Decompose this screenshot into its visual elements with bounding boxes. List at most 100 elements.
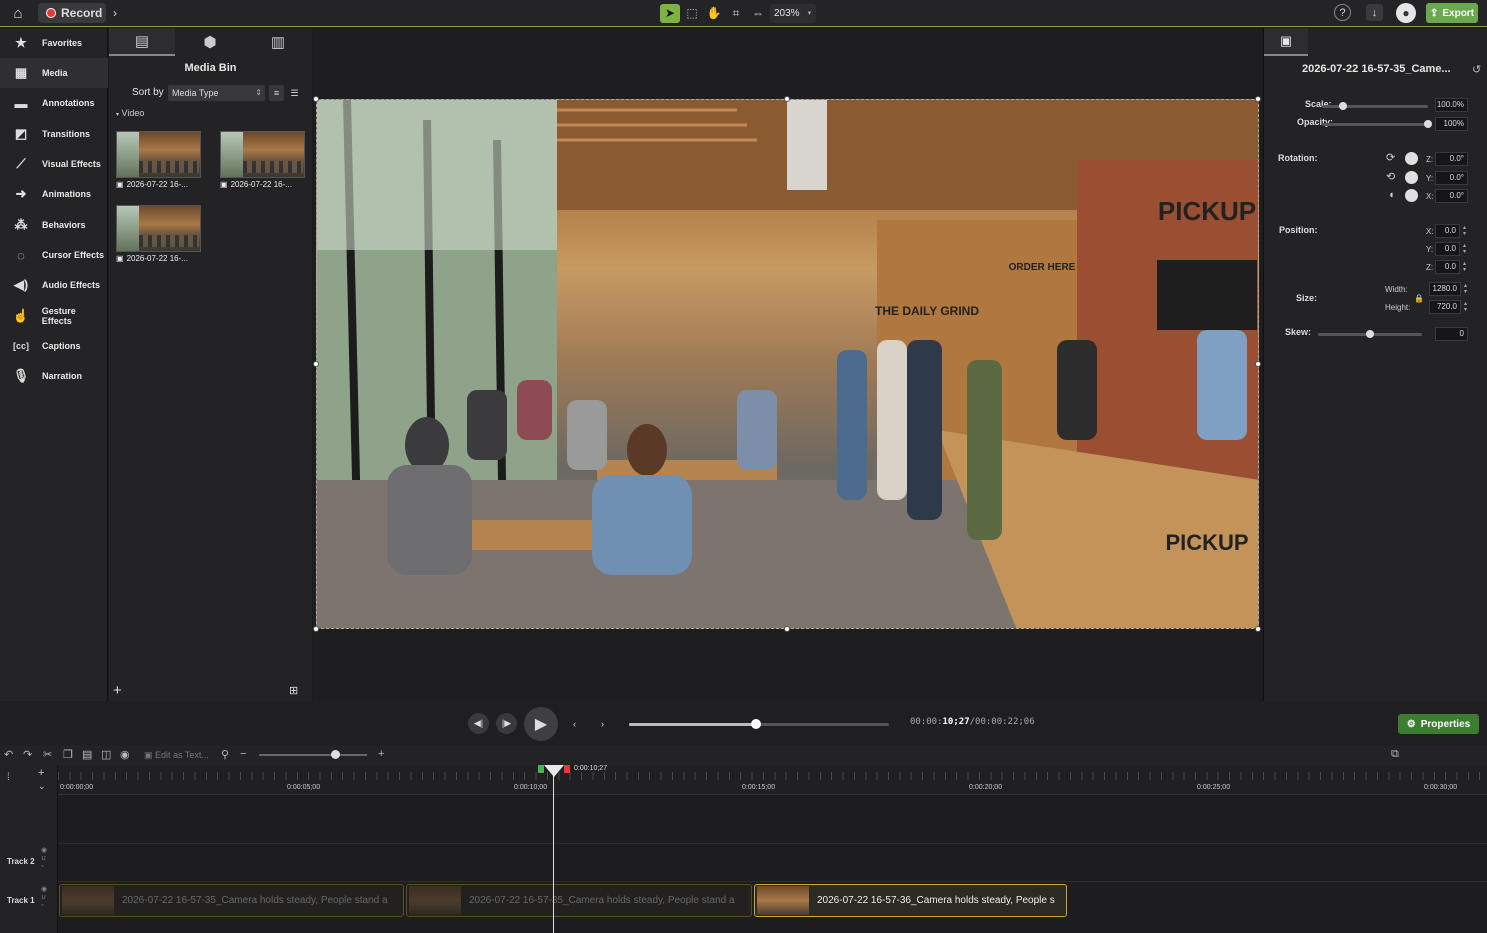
resize-handle[interactable] <box>784 626 790 632</box>
resize-handle[interactable] <box>1255 361 1261 367</box>
media-item[interactable]: ▣ 2026-07-22 16-... <box>220 131 305 191</box>
lock-aspect-icon[interactable]: 🔒 <box>1414 294 1424 303</box>
add-media-button[interactable]: + <box>113 682 122 699</box>
tab-media-bin[interactable]: ▤ <box>109 28 175 56</box>
stepper-icon[interactable]: ▴ ▾ <box>1463 243 1466 255</box>
tab-visual-properties[interactable]: ▣ <box>1264 28 1308 56</box>
next-icon[interactable]: › <box>592 713 613 734</box>
sidebar-item-media[interactable]: ▦ Media <box>0 58 108 88</box>
fit-icon[interactable]: ⇔ <box>748 4 768 23</box>
paste-icon[interactable]: ▤ <box>82 748 92 761</box>
stepper-icon[interactable]: ▴ ▾ <box>1463 225 1466 237</box>
sidebar-item-narration[interactable]: 🎙 Narration <box>0 361 108 391</box>
scale-slider-knob[interactable] <box>1339 102 1348 110</box>
video-preview[interactable]: PICKUP ORDER HERE THE DAILY GRIND PICKUP <box>316 99 1259 629</box>
group-video[interactable]: ▾ Video <box>116 108 144 118</box>
tab-assets[interactable]: ▥ <box>245 28 311 56</box>
skew-value[interactable]: 0 <box>1435 327 1468 341</box>
resize-handle[interactable] <box>313 96 319 102</box>
snapshot-icon[interactable]: ◉ <box>120 748 130 761</box>
sort-select[interactable]: Media Type <box>168 85 265 101</box>
timeline-clip[interactable]: 2026-07-22 16-57-35_Camera holds steady,… <box>59 884 404 917</box>
stepper-icon[interactable]: ▴ ▾ <box>1464 283 1467 295</box>
stepper-icon[interactable]: ▴ ▾ <box>1463 261 1466 273</box>
skew-slider[interactable] <box>1318 330 1422 338</box>
rot-z-value[interactable]: 0.0° <box>1435 152 1468 166</box>
sidebar-item-behaviors[interactable]: ⁂ Behaviors <box>0 210 108 240</box>
media-item[interactable]: ▣ 2026-07-22 16-... <box>116 131 201 191</box>
sidebar-item-visual-effects[interactable]: ⟋ Visual Effects <box>0 149 108 179</box>
skew-slider-knob[interactable] <box>1366 330 1374 338</box>
resize-handle[interactable] <box>784 96 790 102</box>
previous-icon[interactable]: ‹ <box>564 713 585 734</box>
sort-order-icon[interactable]: ☰ <box>287 85 302 101</box>
opacity-slider[interactable] <box>1322 120 1432 128</box>
rotate-z-dial[interactable] <box>1405 152 1418 165</box>
timeline-zoom-knob[interactable] <box>331 750 340 759</box>
crop-icon[interactable]: ⌗ <box>726 4 746 23</box>
edit-points-icon[interactable]: ⬚ <box>682 4 702 23</box>
copy-icon[interactable]: ❐ <box>63 748 73 761</box>
track-2-controls-icon[interactable]: ◉ ∪ ▫ <box>41 847 47 871</box>
account-avatar-icon[interactable]: ● <box>1396 3 1416 23</box>
sidebar-item-transitions[interactable]: ◩ Transitions <box>0 119 108 149</box>
opacity-value[interactable]: 100% <box>1435 117 1468 131</box>
chevron-down-icon[interactable]: ⌄ <box>38 781 46 792</box>
scale-slider[interactable] <box>1322 102 1428 110</box>
scale-value[interactable]: 100.0% <box>1435 98 1468 112</box>
rotate-y-dial[interactable] <box>1405 171 1418 184</box>
timeline-zoom-slider[interactable] <box>259 750 367 759</box>
resize-handle[interactable] <box>313 626 319 632</box>
record-button[interactable]: Record <box>38 3 106 23</box>
resize-handle[interactable] <box>1255 626 1261 632</box>
sidebar-item-captions[interactable]: [cc] Captions <box>0 331 108 361</box>
zoom-in-icon[interactable]: + <box>378 748 384 760</box>
scrub-knob[interactable] <box>751 719 762 729</box>
height-value[interactable]: 720.0 <box>1429 300 1461 314</box>
timeline-clip[interactable]: 2026-07-22 16-57-35_Camera holds steady,… <box>406 884 752 917</box>
search-icon[interactable]: ⚲ <box>221 748 229 761</box>
pos-z-value[interactable]: 0.0 <box>1435 260 1460 274</box>
add-track-icon[interactable]: + <box>38 767 44 779</box>
resize-handle[interactable] <box>313 361 319 367</box>
detach-timeline-icon[interactable]: ⧉ <box>1391 748 1399 761</box>
step-back-icon[interactable]: ◀| <box>468 713 489 734</box>
edit-as-text-button[interactable]: ▣ Edit as Text... <box>144 750 209 761</box>
resize-handle[interactable] <box>1255 96 1261 102</box>
scrub-bar[interactable] <box>629 719 889 729</box>
media-item[interactable]: ▣ 2026-07-22 16-... <box>116 205 201 265</box>
track-1-controls-icon[interactable]: ◉ ∪ ▫ <box>41 886 47 910</box>
sidebar-item-gesture-effects[interactable]: ☝ Gesture Effects <box>0 301 108 331</box>
step-forward-icon[interactable]: |▶ <box>496 713 517 734</box>
sidebar-item-annotations[interactable]: ▬ Annotations <box>0 88 108 118</box>
split-icon[interactable]: ◫ <box>101 748 111 761</box>
redo-icon[interactable]: ↷ <box>23 748 32 761</box>
home-icon[interactable]: ⌂ <box>9 4 27 22</box>
undo-icon[interactable]: ↶ <box>4 748 13 761</box>
track-2-lane[interactable] <box>58 843 1487 881</box>
zoom-select[interactable]: 203% ▾ <box>770 3 816 23</box>
download-icon[interactable]: ↓ <box>1366 4 1383 21</box>
rot-y-value[interactable]: 0.0° <box>1435 171 1468 185</box>
playhead-marker[interactable] <box>538 763 570 777</box>
marker-icon[interactable]: ⁞ <box>7 772 10 783</box>
reset-icon[interactable]: ↺ <box>1472 63 1481 76</box>
pos-y-value[interactable]: 0.0 <box>1435 242 1460 256</box>
grid-view-icon[interactable]: ⊞ <box>289 684 298 697</box>
sidebar-item-animations[interactable]: ➜ Animations <box>0 179 108 209</box>
timeline-ruler[interactable]: 0:00:00;00 0:00:05;00 0:00:10;00 0:00:15… <box>58 765 1487 795</box>
timeline-clip[interactable]: 2026-07-22 16-57-36_Camera holds steady,… <box>754 884 1067 917</box>
pan-hand-icon[interactable]: ✋ <box>704 4 724 23</box>
sidebar-item-audio-effects[interactable]: ◀) Audio Effects <box>0 270 108 300</box>
sidebar-item-favorites[interactable]: ★ Favorites <box>0 28 108 58</box>
help-icon[interactable]: ? <box>1334 4 1351 21</box>
stepper-icon[interactable]: ▴ ▾ <box>1464 301 1467 313</box>
play-button[interactable]: ▶ <box>524 707 558 741</box>
tab-library[interactable]: ⬢ <box>177 28 243 56</box>
sort-ascending-icon[interactable]: ≡ <box>269 85 284 101</box>
pos-x-value[interactable]: 0.0 <box>1435 224 1460 238</box>
select-tool-icon[interactable]: ➤ <box>660 3 680 23</box>
rotate-x-dial[interactable] <box>1405 189 1418 202</box>
opacity-slider-knob[interactable] <box>1424 120 1432 128</box>
export-button[interactable]: ⇪ Export <box>1426 3 1478 23</box>
